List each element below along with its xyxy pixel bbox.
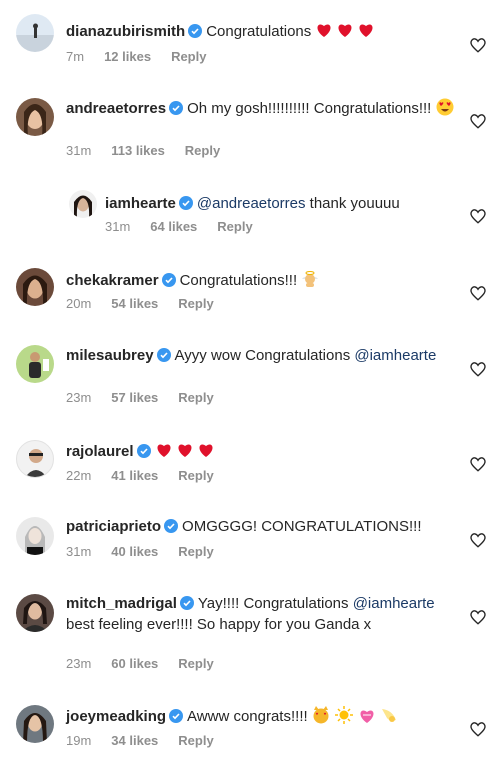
timestamp: 22m xyxy=(66,468,92,483)
heart-outline-icon[interactable] xyxy=(469,284,487,302)
avatar[interactable] xyxy=(16,440,54,478)
comment-body: OMGGGG! CONGRATULATIONS!!! xyxy=(182,518,422,535)
heart-outline-icon[interactable] xyxy=(469,112,487,130)
reply-button[interactable]: Reply xyxy=(178,656,213,671)
comment-text: patriciaprieto OMGGGG! CONGRATULATIONS!!! xyxy=(66,517,456,538)
avatar[interactable] xyxy=(69,190,97,218)
heart-outline-icon[interactable] xyxy=(469,531,487,549)
reply-button[interactable]: Reply xyxy=(178,390,213,405)
comment-text: mitch_madrigal Yay!!!! Congratulations @i… xyxy=(66,594,456,634)
verified-badge-icon xyxy=(169,101,184,120)
likes-count[interactable]: 64 likes xyxy=(150,219,197,234)
verified-badge-icon xyxy=(179,596,194,615)
comment-text: joeymeadking Awww congrats!!!! xyxy=(66,706,456,729)
comment-meta: 22m 41 likes Reply xyxy=(66,468,234,483)
username[interactable]: patriciaprieto xyxy=(66,518,161,535)
avatar[interactable] xyxy=(16,14,54,52)
timestamp: 23m xyxy=(66,656,92,671)
comment-body: Yay!!!! Congratulations xyxy=(197,595,353,612)
likes-count[interactable]: 54 likes xyxy=(111,296,158,311)
avatar[interactable] xyxy=(16,345,54,383)
comment-body: Ayyy wow Congratulations xyxy=(174,347,355,364)
comment-meta: 19m 34 likes Reply xyxy=(66,733,234,748)
heart-outline-icon[interactable] xyxy=(469,720,487,738)
comment-meta: 31m 40 likes Reply xyxy=(66,544,234,559)
avatar[interactable] xyxy=(16,98,54,136)
avatar[interactable] xyxy=(16,594,54,632)
comment-body-continued: best feeling ever!!!! So happy for you G… xyxy=(66,616,372,633)
heart-outline-icon[interactable] xyxy=(469,360,487,378)
username[interactable]: dianazubirismith xyxy=(66,23,185,40)
heart-outline-icon[interactable] xyxy=(469,207,487,225)
avatar[interactable] xyxy=(16,268,54,306)
heart-eyes-emoji xyxy=(436,98,454,121)
verified-badge-icon xyxy=(164,519,179,538)
likes-count[interactable]: 34 likes xyxy=(111,733,158,748)
username[interactable]: iamhearte xyxy=(105,195,176,212)
username[interactable]: milesaubrey xyxy=(66,347,154,364)
verified-badge-icon xyxy=(161,273,176,292)
heart-outline-icon[interactable] xyxy=(469,36,487,54)
comment-text: chekakramer Congratulations!!! xyxy=(66,270,456,293)
comment-text: milesaubrey Ayyy wow Congratulations @iam… xyxy=(66,346,456,367)
verified-badge-icon xyxy=(169,709,184,728)
verified-badge-icon xyxy=(156,348,171,367)
comment-meta: 23m 60 likes Reply xyxy=(66,656,234,671)
username[interactable]: chekakramer xyxy=(66,272,159,289)
reply-button[interactable]: Reply xyxy=(178,468,213,483)
comment-body: Congratulations xyxy=(206,23,316,40)
likes-count[interactable]: 60 likes xyxy=(111,656,158,671)
likes-count[interactable]: 57 likes xyxy=(111,390,158,405)
reply-button[interactable]: Reply xyxy=(178,733,213,748)
verified-badge-icon xyxy=(178,196,193,215)
comment-meta: 20m 54 likes Reply xyxy=(66,296,234,311)
mention-link[interactable]: @andreaetorres xyxy=(197,195,306,212)
comment-text: andreaetorres Oh my gosh!!!!!!!!!! Congra… xyxy=(66,98,456,121)
comment-meta: 7m 12 likes Reply xyxy=(66,49,226,64)
timestamp: 7m xyxy=(66,49,85,64)
username[interactable]: rajolaurel xyxy=(66,443,134,460)
reply-button[interactable]: Reply xyxy=(185,143,220,158)
heart-outline-icon[interactable] xyxy=(469,455,487,473)
comment-body: Congratulations!!! xyxy=(179,272,302,289)
comment-meta: 23m 57 likes Reply xyxy=(66,390,234,405)
username[interactable]: joeymeadking xyxy=(66,708,166,725)
timestamp: 19m xyxy=(66,733,92,748)
likes-count[interactable]: 41 likes xyxy=(111,468,158,483)
reply-button[interactable]: Reply xyxy=(171,49,206,64)
timestamp: 31m xyxy=(66,544,92,559)
verified-badge-icon xyxy=(188,24,203,43)
timestamp: 23m xyxy=(66,390,92,405)
heart-outline-icon[interactable] xyxy=(469,608,487,626)
comment-body: Awww congrats!!!! xyxy=(187,708,312,725)
reply-button[interactable]: Reply xyxy=(178,296,213,311)
comment-text: dianazubirismith Congratulations xyxy=(66,21,456,44)
username[interactable]: mitch_madrigal xyxy=(66,595,177,612)
timestamp: 20m xyxy=(66,296,92,311)
avatar[interactable] xyxy=(16,705,54,743)
comment-text: iamhearte @andreaetorres thank youuuu xyxy=(105,194,455,215)
avatar[interactable] xyxy=(16,517,54,555)
cat-sun-heart-comet-emoji xyxy=(312,706,398,729)
comment-meta: 31m 113 likes Reply xyxy=(66,143,240,158)
comment-body: Oh my gosh!!!!!!!!!! Congratulations!!! xyxy=(187,100,436,117)
likes-count[interactable]: 12 likes xyxy=(104,49,151,64)
verified-badge-icon xyxy=(136,444,151,463)
timestamp: 31m xyxy=(105,219,131,234)
comment-body: thank youuuu xyxy=(305,195,400,212)
red-hearts-emoji xyxy=(315,21,375,44)
mention-link[interactable]: @iamhearte xyxy=(354,347,436,364)
reply-button[interactable]: Reply xyxy=(178,544,213,559)
reply-button[interactable]: Reply xyxy=(217,219,252,234)
baby-angel-emoji xyxy=(301,270,319,293)
comment-meta: 31m 64 likes Reply xyxy=(105,219,273,234)
mention-link[interactable]: @iamhearte xyxy=(353,595,435,612)
timestamp: 31m xyxy=(66,143,92,158)
comment-text: rajolaurel xyxy=(66,441,456,464)
likes-count[interactable]: 113 likes xyxy=(111,143,165,158)
username[interactable]: andreaetorres xyxy=(66,100,166,117)
red-hearts-emoji xyxy=(155,441,215,464)
likes-count[interactable]: 40 likes xyxy=(111,544,158,559)
